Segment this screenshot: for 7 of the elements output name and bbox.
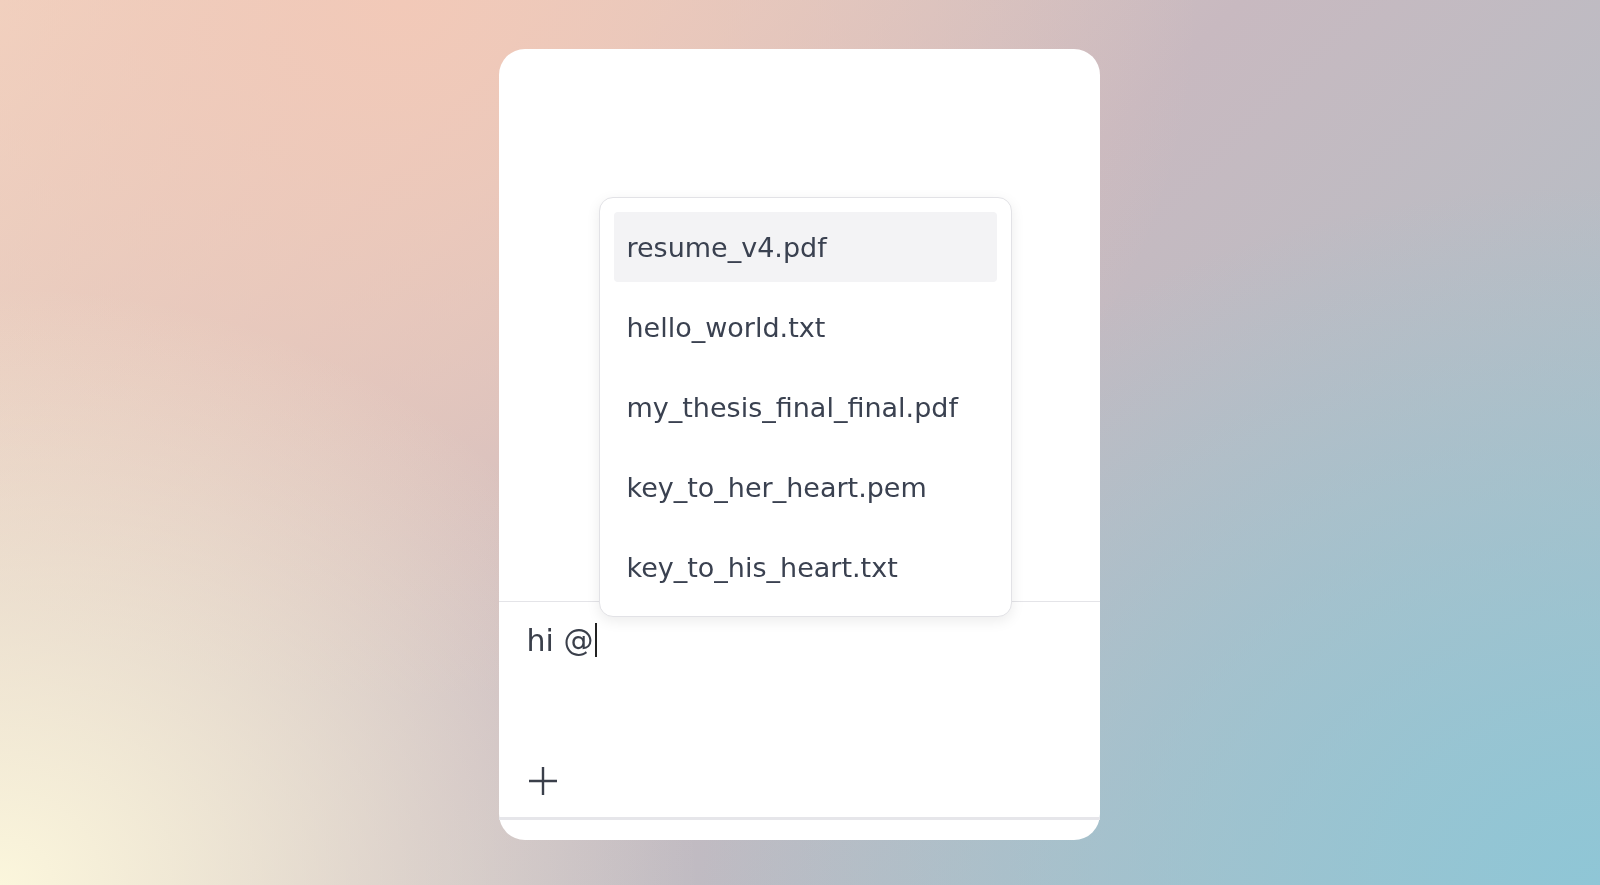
menu-item[interactable]: my_thesis_final_final.pdf <box>613 372 997 442</box>
message-field[interactable]: hi @ <box>526 620 598 660</box>
menu-item[interactable]: hello_world.txt <box>613 292 997 362</box>
menu-item[interactable]: resume_v4.pdf <box>613 212 997 282</box>
add-icon[interactable] <box>526 765 559 797</box>
menu-item[interactable]: key_to_her_heart.pem <box>613 452 997 522</box>
menu-item[interactable]: key_to_his_heart.txt <box>613 532 997 602</box>
